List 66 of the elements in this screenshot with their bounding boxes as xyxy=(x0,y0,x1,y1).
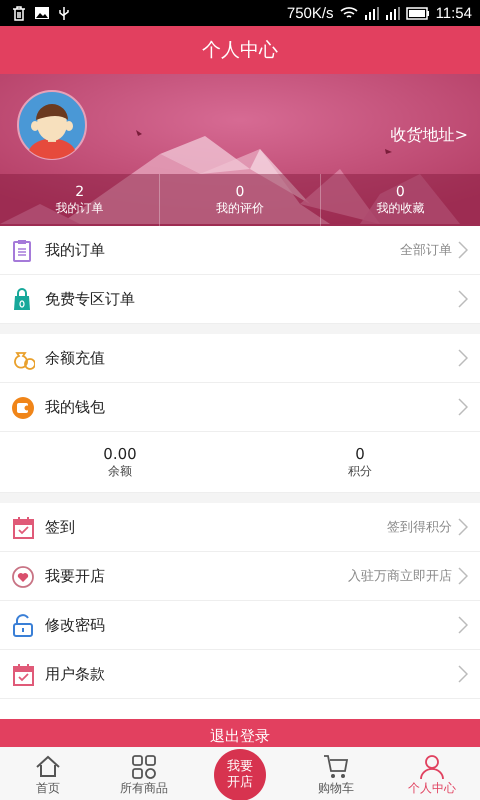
menu-row[interactable]: 我要开店 入驻万商立即开店 xyxy=(0,552,480,601)
trash-icon xyxy=(12,6,26,20)
balance-label: 积分 xyxy=(348,462,372,480)
logout-button[interactable]: 退出登录 xyxy=(0,719,480,747)
row-label: 签到 xyxy=(45,518,76,536)
balance-value: 0.00 xyxy=(103,444,137,462)
wallet-icon xyxy=(12,396,35,418)
stat-label: 我的收藏 xyxy=(376,200,424,216)
grid-icon xyxy=(131,754,157,780)
signal-icon xyxy=(364,6,379,20)
row-label: 我要开店 xyxy=(45,566,106,586)
open-store-button[interactable]: 我要开店 xyxy=(214,749,266,800)
tab[interactable]: 所有商品 xyxy=(96,747,192,800)
battery-icon xyxy=(406,6,430,20)
tab[interactable]: 购物车 xyxy=(288,747,384,800)
calendar-icon xyxy=(12,662,35,686)
row-hint: 全部订单 xyxy=(400,242,452,259)
menu-row[interactable]: 修改密码 xyxy=(0,601,480,650)
image-icon xyxy=(34,6,50,20)
row-label: 我的订单 xyxy=(45,240,106,260)
home-icon xyxy=(35,754,61,780)
page-title: 个人中心 xyxy=(202,38,278,63)
tab-label: 所有商品 xyxy=(120,780,168,796)
person-icon xyxy=(419,754,445,780)
chevron-icon xyxy=(458,290,468,308)
chevron-icon xyxy=(458,349,468,367)
stat-label: 我的订单 xyxy=(56,200,104,216)
stat-count: 0 xyxy=(396,184,405,200)
stat-label: 我的评价 xyxy=(216,200,264,216)
balance-label: 余额 xyxy=(108,462,132,480)
chevron-icon xyxy=(458,518,468,536)
tab-label: 个人中心 xyxy=(408,780,456,796)
chevron-icon xyxy=(458,567,468,585)
tab[interactable]: 个人中心 xyxy=(384,747,480,800)
row-label: 修改密码 xyxy=(45,616,106,634)
padlock-icon xyxy=(12,614,35,636)
row-label: 免费专区订单 xyxy=(45,290,136,308)
avatar xyxy=(17,90,87,160)
row-hint: 入驻万商立即开店 xyxy=(348,568,452,585)
balance-value: 0 xyxy=(355,444,365,462)
network-speed: 750K/s xyxy=(286,4,334,22)
row-label: 余额充值 xyxy=(45,348,106,368)
chevron-icon xyxy=(458,616,468,634)
row-label: 用户条款 xyxy=(45,664,106,684)
menu-row[interactable]: 余额充值 xyxy=(0,334,480,383)
tab-label: 购物车 xyxy=(318,780,354,796)
row-label: 我的钱包 xyxy=(45,398,106,416)
row-hint: 签到得积分 xyxy=(387,519,452,536)
menu-row[interactable]: 签到 签到得积分 xyxy=(0,503,480,552)
usb-icon xyxy=(58,6,70,20)
chevron-icon xyxy=(458,665,468,683)
stat-count: 0 xyxy=(236,184,244,200)
stat-count: 2 xyxy=(75,184,84,200)
chevron-icon xyxy=(458,398,468,416)
address-link[interactable]: 收货地址> xyxy=(390,125,468,146)
cart-icon xyxy=(323,754,349,780)
calendar-icon xyxy=(12,516,35,538)
tab-label: 首页 xyxy=(36,780,60,796)
tab[interactable]: 首页 xyxy=(0,747,96,800)
signal-icon xyxy=(384,6,400,20)
clock: 11:54 xyxy=(436,4,472,22)
wifi-icon xyxy=(340,6,358,20)
menu-row[interactable]: 我的钱包 xyxy=(0,383,480,432)
chevron-icon xyxy=(458,241,468,259)
menu-row[interactable]: 我的订单 全部订单 xyxy=(0,226,480,275)
menu-row[interactable]: 免费专区订单 xyxy=(0,275,480,324)
